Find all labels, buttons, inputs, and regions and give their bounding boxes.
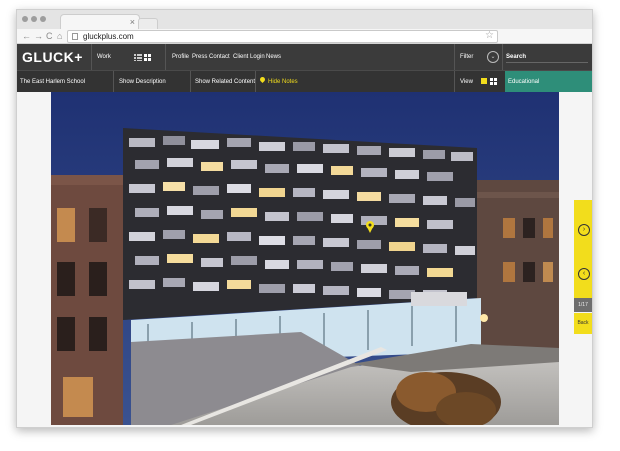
divider: [454, 44, 455, 70]
grid-view-icon[interactable]: [490, 78, 497, 85]
hide-notes-button[interactable]: Hide Notes: [268, 78, 298, 86]
list-view-icon[interactable]: [134, 54, 142, 61]
browser-window: × ← → C ⌂ gluckplus.com ☆ GLUCK+ Work Pr…: [16, 9, 593, 428]
menu-contact[interactable]: Contact: [209, 53, 230, 61]
minimize-window-button[interactable]: [31, 16, 37, 22]
divider: [255, 71, 256, 92]
menu-news[interactable]: News: [266, 53, 281, 61]
site-header: GLUCK+ Work Profile Press Contact Client…: [17, 44, 592, 70]
divider: [113, 71, 114, 92]
maximize-window-button[interactable]: [40, 16, 46, 22]
forward-arrow-icon[interactable]: →: [34, 29, 43, 43]
tab-bar: ×: [17, 10, 592, 30]
previous-button[interactable]: ‹: [574, 246, 592, 298]
back-button[interactable]: Back: [574, 313, 592, 334]
category-label: Educational: [508, 79, 540, 85]
site-logo[interactable]: GLUCK+: [22, 49, 83, 65]
divider: [454, 71, 455, 92]
page-icon: [72, 33, 78, 40]
divider: [91, 44, 92, 70]
grid-view-icon[interactable]: [144, 54, 152, 61]
chevron-left-icon: ‹: [578, 268, 590, 280]
filter-label[interactable]: Filter: [460, 53, 473, 61]
chevron-down-icon[interactable]: ⌄: [487, 51, 499, 63]
show-related-button[interactable]: Show Related Content: [195, 78, 255, 86]
work-link[interactable]: Work: [97, 53, 111, 61]
url-text: gluckplus.com: [83, 32, 134, 41]
slide-counter: 1/17: [574, 298, 592, 312]
home-icon[interactable]: ⌂: [57, 29, 62, 43]
project-photo: [51, 92, 559, 425]
building-photo: [51, 92, 559, 425]
divider: [165, 44, 166, 70]
divider: [502, 44, 503, 70]
menu-client-login[interactable]: Client Login: [233, 53, 265, 61]
category-tag[interactable]: Educational: [505, 71, 592, 92]
view-label: View: [460, 79, 473, 85]
show-description-button[interactable]: Show Description: [119, 78, 166, 86]
single-view-icon[interactable]: [481, 78, 487, 84]
tab-close-icon[interactable]: ×: [130, 15, 135, 29]
reload-icon[interactable]: C: [46, 29, 53, 43]
chevron-right-icon: ›: [578, 224, 590, 236]
project-subnav: The East Harlem School Show Description …: [17, 70, 592, 92]
divider: [190, 71, 191, 92]
project-title: The East Harlem School: [20, 79, 86, 85]
browser-tab[interactable]: ×: [60, 14, 140, 30]
search-underline: [506, 62, 588, 63]
browser-toolbar: ← → C ⌂ gluckplus.com ☆: [17, 29, 592, 44]
close-window-button[interactable]: [22, 16, 28, 22]
star-icon[interactable]: ☆: [485, 29, 494, 43]
menu-press[interactable]: Press: [192, 53, 207, 61]
map-pin-icon: [258, 75, 267, 84]
search-input[interactable]: Search: [506, 53, 526, 61]
menu-profile[interactable]: Profile: [172, 53, 189, 61]
back-arrow-icon[interactable]: ←: [22, 29, 31, 43]
address-bar[interactable]: gluckplus.com: [67, 30, 498, 43]
